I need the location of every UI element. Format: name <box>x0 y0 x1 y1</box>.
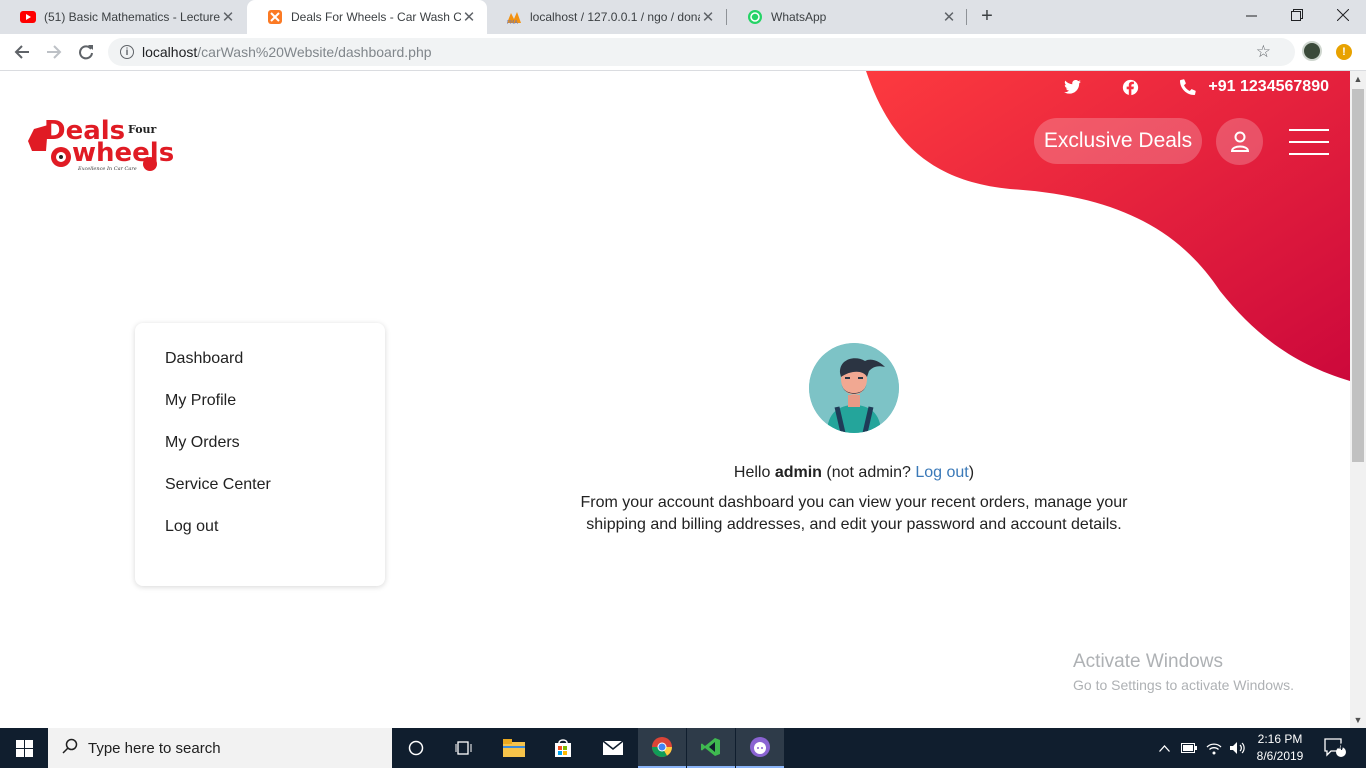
search-placeholder: Type here to search <box>88 739 221 757</box>
close-tab-icon[interactable]: ✕ <box>220 8 236 26</box>
browser-toolbar: i localhost/carWash%20Website/dashboard.… <box>0 34 1366 71</box>
contact-bar: +91 1234567890 <box>1024 77 1329 97</box>
scroll-down-icon[interactable]: ▼ <box>1350 712 1366 728</box>
tab-title: Deals For Wheels - Car Wash Cer <box>291 10 461 24</box>
clock-date: 8/6/2019 <box>1256 749 1304 763</box>
logo-tagline: Excellence In Car Care <box>77 166 137 172</box>
task-view-icon[interactable] <box>440 728 488 768</box>
sidebar-item-service-center[interactable]: Service Center <box>165 473 385 515</box>
menu-hamburger-icon[interactable] <box>1289 129 1329 155</box>
dashboard-main: Hello admin (not admin? Log out) From yo… <box>560 343 1148 536</box>
close-tab-icon[interactable]: ✕ <box>700 8 716 26</box>
tab-youtube[interactable]: (51) Basic Mathematics - Lecture ✕ <box>0 0 246 34</box>
restore-button[interactable] <box>1274 0 1320 30</box>
deals-four-wheels-logo[interactable]: Deals Four wheels Excellence In Car Care <box>26 111 178 173</box>
exclusive-deals-button[interactable]: Exclusive Deals <box>1034 118 1202 164</box>
greeting-close-paren: ) <box>968 464 975 481</box>
battery-icon[interactable] <box>1180 728 1198 768</box>
tab-title: WhatsApp <box>771 10 827 24</box>
browser-tab-strip: (51) Basic Mathematics - Lecture ✕ Deals… <box>0 0 1366 34</box>
scroll-up-icon[interactable]: ▲ <box>1350 71 1366 87</box>
twitter-icon[interactable] <box>1062 77 1082 97</box>
sidebar-item-my-profile[interactable]: My Profile <box>165 389 385 431</box>
url-path: /carWash%20Website/dashboard.php <box>197 44 432 60</box>
avatar <box>809 343 899 433</box>
logo-word-four: Four <box>128 123 157 136</box>
tab-whatsapp[interactable]: WhatsApp ✕ <box>727 0 967 34</box>
greeting: Hello admin (not admin? Log out) <box>560 464 1148 482</box>
tab-deals-for-wheels[interactable]: Deals For Wheels - Car Wash Cer ✕ <box>247 0 487 34</box>
sidebar-item-log-out[interactable]: Log out <box>165 515 385 557</box>
page-viewport: +91 1234567890 Deals Four wheels Excelle… <box>0 71 1350 728</box>
notification-count: 4 <box>1338 742 1344 752</box>
activate-windows-watermark: Activate Windows Go to Settings to activ… <box>1073 651 1294 693</box>
minimize-button[interactable] <box>1228 0 1274 30</box>
account-sidebar: Dashboard My Profile My Orders Service C… <box>135 323 385 586</box>
dashboard-description: From your account dashboard you can view… <box>580 494 1128 533</box>
url-host: localhost <box>142 44 198 60</box>
xampp-icon <box>267 9 283 25</box>
update-alert-icon[interactable]: ! <box>1336 44 1352 60</box>
scroll-thumb[interactable] <box>1352 89 1364 462</box>
tab-phpmyadmin[interactable]: PMA localhost / 127.0.0.1 / ngo / dona ✕ <box>486 0 726 34</box>
whatsapp-icon <box>747 9 763 25</box>
close-window-button[interactable] <box>1320 0 1366 30</box>
taskbar-clock[interactable]: 2:16 PM 8/6/2019 <box>1255 731 1305 765</box>
sidebar-item-dashboard[interactable]: Dashboard <box>165 347 385 389</box>
bookmark-star-icon[interactable]: ☆ <box>1256 38 1271 66</box>
page-scrollbar[interactable]: ▲ ▼ <box>1350 71 1366 728</box>
microsoft-store-icon[interactable] <box>539 728 587 768</box>
phpmyadmin-icon: PMA <box>506 9 522 25</box>
cortana-icon[interactable] <box>392 728 440 768</box>
tab-title: localhost / 127.0.0.1 / ngo / dona <box>530 10 700 24</box>
address-bar[interactable]: i localhost/carWash%20Website/dashboard.… <box>108 38 1295 66</box>
vscode-icon[interactable] <box>687 728 735 768</box>
watermark-subtitle: Go to Settings to activate Windows. <box>1073 677 1294 693</box>
chrome-icon[interactable] <box>638 728 686 768</box>
wifi-icon[interactable] <box>1204 728 1224 768</box>
github-desktop-icon[interactable] <box>736 728 784 768</box>
close-tab-icon[interactable]: ✕ <box>461 8 477 26</box>
facebook-icon[interactable] <box>1120 77 1140 97</box>
svg-text:PMA: PMA <box>507 20 518 25</box>
logo-word-wheels: wheels <box>72 138 174 168</box>
phone-number[interactable]: +91 1234567890 <box>1208 78 1329 96</box>
sidebar-item-my-orders[interactable]: My Orders <box>165 431 385 473</box>
tab-title: (51) Basic Mathematics - Lecture <box>44 10 220 24</box>
windows-taskbar: Type here to search 2:16 PM 8/6/2019 4 <box>0 728 1366 768</box>
file-explorer-icon[interactable] <box>490 728 538 768</box>
search-icon <box>62 738 78 758</box>
taskbar-search-input[interactable]: Type here to search <box>48 728 392 768</box>
show-hidden-icons-icon[interactable] <box>1156 728 1172 768</box>
reload-icon[interactable] <box>74 40 98 64</box>
clock-time: 2:16 PM <box>1257 732 1303 746</box>
greeting-not-user: (not admin? <box>826 464 911 481</box>
phone-icon <box>1178 77 1198 97</box>
info-icon[interactable]: i <box>120 45 134 59</box>
new-tab-button[interactable]: + <box>976 5 998 27</box>
user-account-button[interactable] <box>1216 118 1263 165</box>
logout-link[interactable]: Log out <box>915 464 968 481</box>
action-center-icon[interactable]: 4 <box>1318 728 1352 768</box>
back-icon[interactable] <box>10 40 34 64</box>
greeting-username: admin <box>774 464 822 481</box>
user-icon <box>1230 131 1249 152</box>
forward-icon[interactable] <box>42 40 66 64</box>
volume-icon[interactable] <box>1228 728 1248 768</box>
youtube-icon <box>20 9 36 25</box>
watermark-title: Activate Windows <box>1073 651 1223 672</box>
greeting-hello: Hello <box>733 464 771 481</box>
close-tab-icon[interactable]: ✕ <box>941 8 957 26</box>
profile-avatar[interactable] <box>1302 41 1322 61</box>
mail-icon[interactable] <box>589 728 637 768</box>
windows-start-icon[interactable] <box>0 728 48 768</box>
